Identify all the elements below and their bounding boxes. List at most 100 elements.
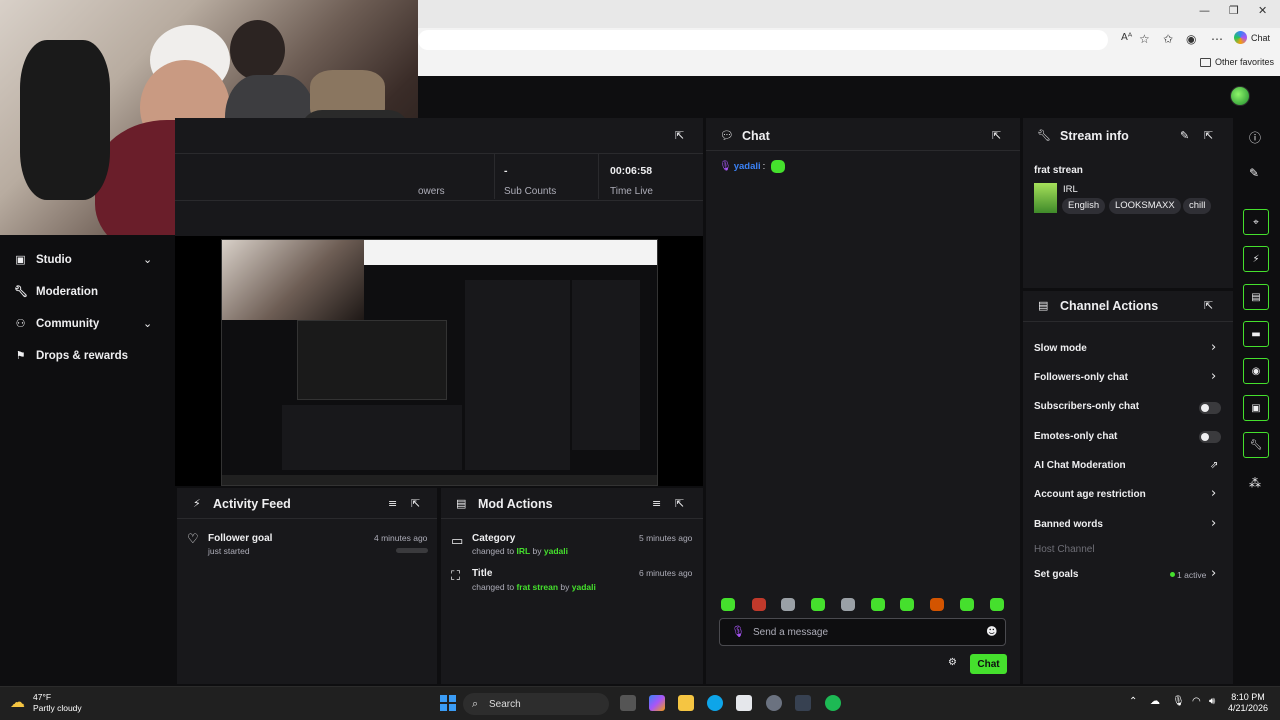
chevron-right-icon[interactable]: › <box>1211 516 1216 531</box>
rail-broadcast-button[interactable]: ◉ <box>1243 358 1269 384</box>
edit-icon[interactable]: ✎ <box>1249 166 1259 180</box>
rail-mod-actions-button[interactable]: ▤ <box>1243 284 1269 310</box>
weather-temp: 47°F <box>33 692 52 702</box>
weather-widget[interactable]: 47°F Partly cloudy <box>33 692 82 714</box>
volume-icon[interactable]: 🔊︎ <box>1209 696 1215 707</box>
stream-tag[interactable]: LOOKSMAXX <box>1109 198 1181 214</box>
emote-icon[interactable] <box>900 598 914 611</box>
popout-icon[interactable]: ⇱ <box>675 497 684 510</box>
edit-icon[interactable]: ✎ <box>1180 129 1189 142</box>
filter-icon[interactable]: ≡ <box>388 497 397 510</box>
copilot-icon[interactable] <box>649 695 665 711</box>
divider <box>494 153 495 199</box>
popout-icon[interactable]: ⇱ <box>1204 129 1213 142</box>
store-icon[interactable] <box>736 695 752 711</box>
emote-picker-icon[interactable]: ☻ <box>986 625 997 638</box>
taskbar-clock[interactable]: 8:10 PM 4/21/2026 <box>1226 692 1270 714</box>
address-bar[interactable] <box>418 30 1108 50</box>
filter-icon[interactable]: ≡ <box>652 497 661 510</box>
stream-tag[interactable]: chill <box>1183 198 1212 214</box>
sidebar-item-moderation[interactable]: 🔧︎ Moderation <box>14 285 98 298</box>
chevron-right-icon[interactable]: › <box>1211 369 1216 384</box>
goal-progress-bar <box>396 548 428 553</box>
add-widget-icon[interactable]: ⁂ <box>1249 476 1261 490</box>
info-icon[interactable]: ⓘ <box>1249 129 1261 146</box>
drops-icon: ⚑ <box>15 349 26 362</box>
subscribers-only-toggle[interactable] <box>1199 402 1221 414</box>
wrench-icon: 🔧︎ <box>14 285 28 298</box>
rail-channel-actions-button[interactable]: ▣ <box>1243 395 1269 421</box>
edge-icon[interactable] <box>707 695 723 711</box>
chat-input[interactable]: 🎙︎ Send a message ☻ <box>719 618 1006 646</box>
action-followers-only[interactable]: Followers-only chat <box>1034 372 1128 383</box>
favorite-star-icon[interactable]: ☆ <box>1139 32 1150 46</box>
emote-icon[interactable] <box>721 598 735 611</box>
gear-icon[interactable]: ⚙ <box>948 657 957 668</box>
emote-icon[interactable] <box>930 598 944 611</box>
copilot-chat-button[interactable]: Chat <box>1234 31 1270 44</box>
chevron-down-icon[interactable]: ⌄ <box>143 253 152 266</box>
avatar[interactable] <box>1230 86 1250 106</box>
chevron-right-icon[interactable]: › <box>1211 566 1216 581</box>
popout-icon[interactable]: ⇱ <box>1204 299 1213 312</box>
task-view-icon[interactable] <box>620 695 636 711</box>
emotes-only-toggle[interactable] <box>1199 431 1221 443</box>
sidebar-item-drops[interactable]: ⚑ Drops & rewards <box>14 349 128 362</box>
windows-start-icon[interactable] <box>440 695 456 711</box>
divider <box>175 200 703 201</box>
maximize-button[interactable]: ❐ <box>1229 4 1239 17</box>
wifi-icon[interactable]: ◠ <box>1192 696 1201 707</box>
sidebar-item-studio[interactable]: ▣ Studio <box>14 253 71 266</box>
rail-activity-button[interactable]: ⚡︎ <box>1243 246 1269 272</box>
chat-send-button[interactable]: Chat <box>970 654 1007 674</box>
spotify-icon[interactable] <box>825 695 841 711</box>
action-account-age[interactable]: Account age restriction <box>1034 489 1146 500</box>
read-aloud-icon[interactable]: Aᴬ <box>1121 32 1132 43</box>
popout-icon[interactable]: ⇱ <box>411 497 420 510</box>
emote-icon[interactable] <box>841 598 855 611</box>
rail-screenshot-button[interactable]: ⌖ <box>1243 209 1269 235</box>
file-explorer-icon[interactable] <box>678 695 694 711</box>
rail-chat-button[interactable]: ▬ <box>1243 321 1269 347</box>
emote-icon[interactable] <box>811 598 825 611</box>
sidebar-item-community[interactable]: ⚇ Community <box>14 317 100 330</box>
close-window-button[interactable]: ✕ <box>1258 4 1267 17</box>
action-banned-words[interactable]: Banned words <box>1034 519 1103 530</box>
lightning-icon: ⚡︎ <box>193 497 201 510</box>
chevron-down-icon[interactable]: ⌄ <box>143 317 152 330</box>
cloud-icon[interactable]: ☁ <box>1150 696 1160 707</box>
mic-icon[interactable]: 🎙︎ <box>731 625 745 638</box>
clock-date: 4/21/2026 <box>1227 703 1269 713</box>
app-icon[interactable] <box>766 695 782 711</box>
chat-username[interactable]: yadali <box>734 161 761 172</box>
taskbar-search[interactable]: ⌕ Search <box>463 693 609 715</box>
tray-chevron-icon[interactable]: ⌃ <box>1129 696 1137 707</box>
rail-stream-info-button[interactable]: 🔧︎ <box>1243 432 1269 458</box>
emote-icon[interactable] <box>960 598 974 611</box>
action-ai-moderation[interactable]: AI Chat Moderation <box>1034 460 1126 471</box>
chevron-right-icon[interactable]: › <box>1211 486 1216 501</box>
category-box-art[interactable] <box>1034 183 1057 213</box>
action-slow-mode[interactable]: Slow mode <box>1034 343 1087 354</box>
emote-icon[interactable] <box>990 598 1004 611</box>
chevron-right-icon[interactable]: › <box>1211 340 1216 355</box>
popout-icon[interactable]: ⇱ <box>675 129 684 142</box>
minimize-button[interactable]: — <box>1199 4 1210 17</box>
action-host-channel: Host Channel <box>1034 544 1095 555</box>
app-icon[interactable] <box>795 695 811 711</box>
stream-preview-frame[interactable] <box>221 239 658 486</box>
stream-tag[interactable]: English <box>1062 198 1106 214</box>
more-icon[interactable]: ⋯ <box>1211 32 1223 46</box>
profile-icon[interactable]: ◉ <box>1186 32 1196 46</box>
action-set-goals[interactable]: Set goals <box>1034 569 1078 580</box>
favorites-icon[interactable]: ✩ <box>1163 32 1173 46</box>
emote-icon[interactable] <box>781 598 795 611</box>
emote-icon[interactable] <box>871 598 885 611</box>
external-link-icon[interactable]: ⇗ <box>1210 460 1218 471</box>
other-favorites[interactable]: Other favorites <box>1200 57 1274 67</box>
mic-icon[interactable]: 🎙︎ <box>1172 696 1185 707</box>
emote-icon[interactable] <box>752 598 766 611</box>
weather-icon[interactable]: ☁ <box>10 693 25 711</box>
popout-icon[interactable]: ⇱ <box>992 129 1001 142</box>
preview-webcam <box>222 240 364 320</box>
